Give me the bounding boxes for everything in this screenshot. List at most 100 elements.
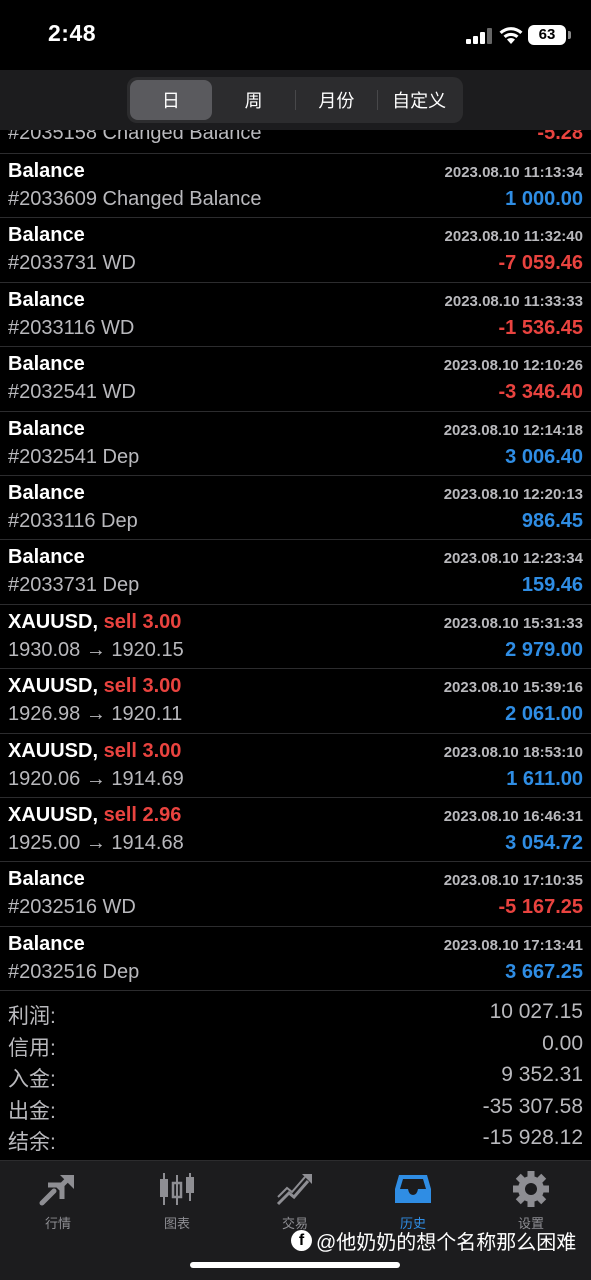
history-row[interactable]: Balance 2023.08.10 17:10:35 #2032516 WD -5 …: [0, 862, 591, 927]
home-indicator: [190, 1262, 400, 1268]
tab-chart[interactable]: 图表: [137, 1171, 217, 1232]
row-symbol: Balance: [8, 288, 85, 311]
period-segmented-control: 日周月份 自定义: [127, 77, 463, 123]
row-symbol: Balance: [8, 546, 85, 569]
row-amount: 986.45: [521, 509, 583, 532]
summary-value: 0.00: [542, 1031, 583, 1055]
row-time: 2023.08.10 12:23:34: [443, 550, 583, 568]
settings-icon: [513, 1171, 549, 1207]
summary-value: -15 928.12: [482, 1126, 583, 1149]
tab-history[interactable]: 历史: [373, 1171, 453, 1232]
row-side: sell 3.00: [103, 739, 182, 762]
history-row[interactable]: Balance 2023.08.10 17:13:41 #2032516 Dep 3 …: [0, 927, 591, 992]
history-row[interactable]: XAUUSD, sell 3.00 2023.08.10 18:53:10 1920…: [0, 734, 591, 798]
row-amount: -5.28: [537, 130, 583, 144]
row-symbol: XAUUSD,: [8, 675, 99, 698]
row-time: 2023.08.10 18:53:10: [443, 743, 583, 761]
summary-label: 利润:: [8, 1005, 56, 1028]
row-subtitle: #2033731 WD: [8, 252, 136, 275]
history-row[interactable]: Balance 2023.08.10 12:23:34 #2033731 Dep 15…: [0, 540, 591, 605]
row-symbol: Balance: [8, 481, 85, 504]
history-row-partial[interactable]: #2035158 Changed Balance -5.28: [0, 130, 591, 154]
row-subtitle: #2033731 Dep: [8, 574, 140, 597]
row-title: Balance: [8, 546, 85, 569]
row-title: Balance: [8, 353, 85, 376]
period-segment[interactable]: 自定义: [378, 80, 460, 120]
tab-settings[interactable]: 设置: [491, 1171, 571, 1232]
summary-label: 出金:: [8, 1099, 56, 1123]
period-segment[interactable]: 月份: [296, 80, 378, 120]
row-side: sell 3.00: [103, 675, 182, 698]
row-symbol: XAUUSD,: [8, 610, 99, 633]
period-segment[interactable]: 日: [130, 80, 212, 120]
quotes-icon: [39, 1175, 74, 1206]
row-time: 2023.08.10 12:20:13: [443, 485, 583, 503]
status-time: 2:48: [48, 20, 97, 46]
row-symbol: Balance: [8, 224, 85, 247]
summary-row: 利润: 10 027.15: [0, 996, 591, 1028]
row-amount: -3 346.40: [498, 381, 583, 404]
row-symbol: Balance: [8, 868, 85, 891]
row-title: Balance: [8, 418, 85, 441]
row-symbol: Balance: [8, 932, 85, 955]
row-amount: 1 611.00: [506, 767, 583, 790]
row-amount: -5 167.25: [498, 896, 583, 919]
row-time: 2023.08.10 15:31:33: [443, 614, 583, 632]
history-row[interactable]: XAUUSD, sell 2.96 2023.08.10 16:46:31 1925…: [0, 798, 591, 863]
row-time: 2023.08.10 11:33:33: [444, 292, 583, 310]
row-title: Balance: [8, 289, 85, 312]
row-subtitle: 1926.98 → 1920.11: [8, 703, 183, 726]
tab-quotes-label: 行情: [44, 1216, 71, 1231]
history-row[interactable]: Balance 2023.08.10 11:13:34 #2033609 Chang…: [0, 154, 591, 219]
row-title: XAUUSD, sell 3.00: [8, 675, 181, 698]
row-amount: 3 006.40: [505, 445, 583, 468]
row-subtitle: #2033116 Dep: [8, 509, 138, 532]
row-symbol: Balance: [8, 417, 85, 440]
history-row[interactable]: XAUUSD, sell 3.00 2023.08.10 15:31:33 1930…: [0, 605, 591, 670]
row-time: 2023.08.10 16:46:31: [443, 807, 583, 825]
facebook-icon: f: [291, 1230, 312, 1251]
row-subtitle: #2033609 Changed Balance: [8, 188, 262, 210]
history-row[interactable]: XAUUSD, sell 3.00 2023.08.10 15:39:16 1926…: [0, 669, 591, 734]
summary-panel: 利润: 10 027.15 信用: 0.00 入金: 9 352.31 出金: -35 307…: [0, 996, 591, 1154]
row-symbol: XAUUSD,: [8, 739, 99, 762]
history-list[interactable]: #2035158 Changed Balance -5.28 Balance 20…: [0, 130, 591, 992]
summary-row: 入金: 9 352.31: [0, 1059, 591, 1091]
cellular-signal-icon: [466, 28, 492, 44]
row-subtitle: #2032541 WD: [8, 381, 136, 404]
row-time: 2023.08.10 12:10:26: [443, 357, 583, 375]
summary-label: 入金:: [8, 1068, 56, 1091]
row-amount: 3 054.72: [505, 831, 583, 854]
row-time: 2023.08.10 17:13:41: [443, 936, 583, 954]
history-row[interactable]: Balance 2023.08.10 12:20:13 #2033116 Dep 98…: [0, 476, 591, 541]
history-icon: [395, 1175, 431, 1203]
tab-quotes[interactable]: 行情: [18, 1171, 98, 1232]
summary-row: 信用: 0.00: [0, 1028, 591, 1060]
history-row[interactable]: Balance 2023.08.10 11:33:33 #2033116 WD -1 …: [0, 283, 591, 348]
row-subtitle: #2035158 Changed Balance: [8, 130, 262, 144]
row-time: 2023.08.10 11:13:34: [444, 164, 583, 181]
row-subtitle: 1925.00 → 1914.68: [8, 831, 184, 854]
history-row[interactable]: Balance 2023.08.10 12:14:18 #2032541 Dep 3 …: [0, 412, 591, 476]
battery-icon: 63: [528, 25, 571, 45]
row-symbol: Balance: [8, 353, 85, 376]
row-amount: 2 979.00: [505, 638, 583, 661]
history-row[interactable]: Balance 2023.08.10 12:10:26 #2032541 WD -3 …: [0, 347, 591, 412]
row-title: Balance: [8, 933, 85, 956]
tab-trade[interactable]: 交易: [255, 1171, 335, 1232]
summary-row: 出金: -35 307.58: [0, 1091, 591, 1123]
summary-label: 信用:: [8, 1036, 56, 1060]
wifi-icon: [499, 27, 523, 44]
summary-row: 结余: -15 928.12: [0, 1122, 591, 1154]
history-row[interactable]: Balance 2023.08.10 11:32:40 #2033731 WD -7 …: [0, 218, 591, 283]
tab-chart-label: 图表: [163, 1216, 190, 1231]
summary-value: 10 027.15: [489, 1000, 583, 1023]
row-subtitle: #2032516 Dep: [8, 960, 140, 983]
row-subtitle: 1930.08 → 1920.15: [8, 638, 184, 661]
row-time: 2023.08.10 11:32:40: [444, 228, 583, 246]
row-amount: 159.46: [521, 574, 583, 597]
row-amount: 2 061.00: [505, 703, 583, 726]
watermark-text: @他奶奶的想个名称那么困难: [316, 1232, 577, 1254]
chart-icon: [160, 1173, 194, 1205]
period-segment[interactable]: 周: [213, 80, 295, 120]
